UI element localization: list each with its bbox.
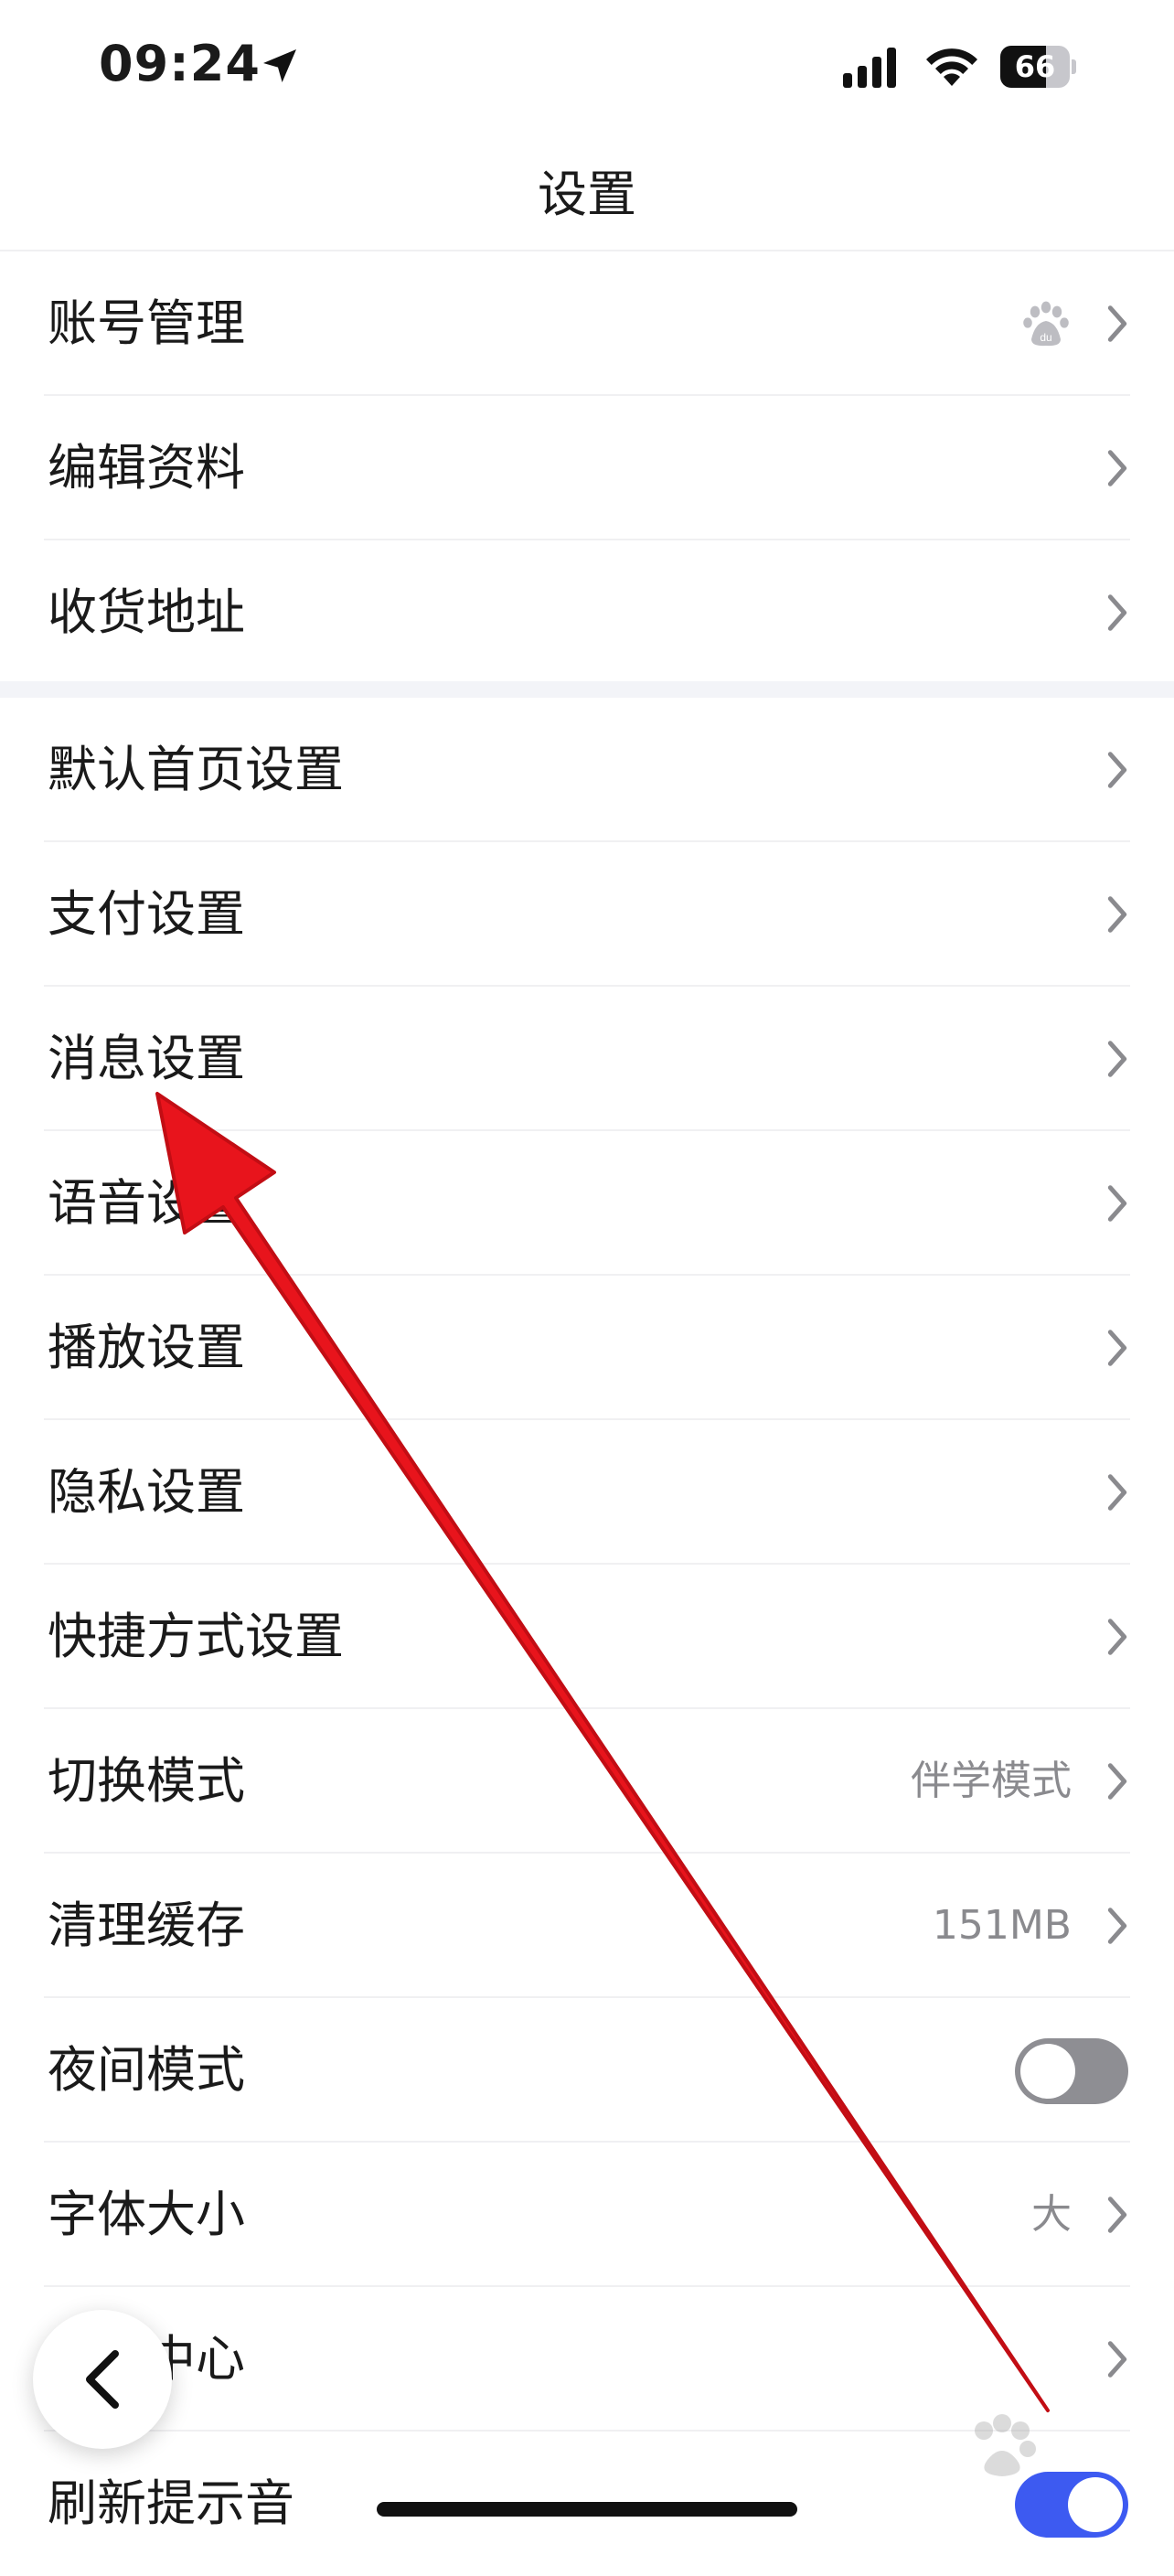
group-separator [0, 681, 1174, 698]
status-time: 09:24 [99, 35, 261, 92]
settings-row-label: 字体大小 [48, 2186, 245, 2243]
page-title: 设置 [538, 166, 636, 223]
settings-row[interactable]: 消息设置 [0, 987, 1174, 1131]
settings-group-general: 默认首页设置 支付设置消息设置语音设置播放设置隐私设置快捷方式设置 切换模式 伴学模式… [0, 698, 1174, 2576]
settings-row-label: 账号管理 [48, 294, 245, 352]
settings-row[interactable]: 收货地址 [0, 540, 1174, 685]
location-arrow-icon [263, 49, 296, 82]
chevron-right-icon [1107, 2341, 1127, 2378]
chevron-right-icon [1107, 1763, 1127, 1800]
settings-row[interactable]: 夜间模式 [0, 1998, 1174, 2143]
chevron-left-icon [86, 2350, 119, 2409]
status-bar: 09:24 66 [0, 0, 1174, 137]
settings-row-label: 编辑资料 [48, 439, 245, 497]
wifi-icon [926, 48, 977, 86]
toggle-switch[interactable] [1015, 2038, 1128, 2104]
settings-row[interactable]: 快捷方式设置 [0, 1565, 1174, 1709]
chevron-right-icon [1107, 1474, 1127, 1511]
watermark-logo [975, 2414, 1036, 2476]
toggle-knob [1020, 2044, 1075, 2099]
chevron-right-icon [1107, 1185, 1127, 1222]
settings-row[interactable]: 切换模式 伴学模式 [0, 1709, 1174, 1854]
settings-row-value: 151MB [932, 1902, 1072, 1949]
chevron-right-icon [1107, 1619, 1127, 1655]
settings-row[interactable]: 支付设置 [0, 842, 1174, 987]
chevron-right-icon [1107, 450, 1127, 486]
settings-row-label: 默认首页设置 [48, 741, 344, 798]
settings-row-label: 播放设置 [48, 1319, 245, 1376]
settings-group-account: 账号管理 du 编辑资料收货地址 [0, 251, 1174, 685]
settings-row-label: 消息设置 [48, 1030, 245, 1087]
chevron-right-icon [1107, 1041, 1127, 1077]
chevron-right-icon [1107, 1908, 1127, 1944]
settings-row[interactable]: 隐私设置 [0, 1420, 1174, 1565]
settings-row[interactable]: 清理缓存 151MB [0, 1854, 1174, 1998]
chevron-right-icon [1107, 594, 1127, 631]
battery-percent: 66 [1014, 49, 1056, 84]
settings-row[interactable]: 语音设置 [0, 1131, 1174, 1276]
back-button[interactable] [33, 2310, 172, 2449]
svg-text:du: du [1040, 331, 1051, 344]
cellular-signal-icon [843, 48, 896, 88]
chevron-right-icon [1107, 305, 1127, 342]
settings-row[interactable]: 账号管理 du [0, 251, 1174, 396]
settings-row-label: 刷新提示音 [48, 2474, 294, 2532]
settings-row[interactable]: 播放设置 [0, 1276, 1174, 1420]
settings-row-label: 夜间模式 [48, 2041, 245, 2099]
settings-row-label: 隐私设置 [48, 1463, 245, 1521]
settings-row-label: 语音设置 [48, 1174, 245, 1232]
baidu-paw-icon: du [1023, 301, 1069, 347]
chevron-right-icon [1107, 1330, 1127, 1366]
settings-row-label: 快捷方式设置 [48, 1608, 344, 1665]
chevron-right-icon [1107, 752, 1127, 788]
home-indicator [377, 2502, 797, 2517]
settings-row-value: 伴学模式 [911, 1758, 1072, 1804]
chevron-right-icon [1107, 896, 1127, 933]
chevron-right-icon [1107, 2197, 1127, 2233]
settings-row-label: 切换模式 [48, 1752, 245, 1810]
settings-row-value: 大 [1031, 2191, 1072, 2238]
settings-row[interactable]: 编辑资料 [0, 396, 1174, 540]
settings-row-label: 收货地址 [48, 583, 245, 641]
settings-row-label: 支付设置 [48, 885, 245, 943]
settings-row-label: 清理缓存 [48, 1897, 245, 1954]
battery-indicator: 66 [1000, 46, 1076, 88]
settings-row[interactable]: 默认首页设置 [0, 698, 1174, 842]
settings-row[interactable]: 字体大小 大 [0, 2143, 1174, 2287]
